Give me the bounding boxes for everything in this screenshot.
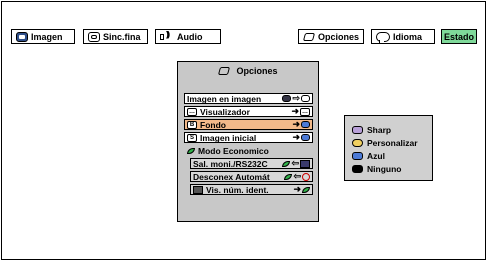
menu-item-label: Visualizador bbox=[200, 106, 250, 117]
menu-item-label: Fondo bbox=[200, 119, 226, 130]
background-icon: B bbox=[187, 120, 197, 129]
picture-icon bbox=[16, 31, 28, 42]
menu-title: Opciones bbox=[178, 66, 318, 76]
startup-image-icon: S bbox=[187, 133, 197, 142]
menu-item-imagen-en-imagen[interactable]: Imagen en imagen ⇨ bbox=[184, 93, 313, 104]
display-icon: … bbox=[187, 107, 197, 116]
timer-icon bbox=[302, 172, 310, 181]
menu-item-label: Imagen inicial bbox=[200, 132, 257, 143]
arrow-left-icon: ⇦ bbox=[291, 158, 299, 168]
menu-item-modo-economico[interactable]: Modo Economico bbox=[184, 145, 313, 156]
id-display-icon bbox=[193, 185, 203, 194]
tab-estado[interactable]: Estado bbox=[441, 29, 477, 44]
arrow-right-icon: ➜ bbox=[292, 132, 300, 142]
startup-setting-icon bbox=[301, 134, 310, 141]
arrow-right-icon: ➜ bbox=[291, 106, 299, 116]
menu-item-vis-num-ident[interactable]: Vis. núm. ident. ➜ bbox=[190, 184, 313, 195]
tab-imagen-label: Imagen bbox=[31, 31, 63, 42]
tab-idioma[interactable]: Idioma bbox=[371, 29, 435, 44]
background-setting-icon bbox=[301, 121, 310, 128]
menu-item-label: Imagen en imagen bbox=[187, 93, 262, 104]
options-menu: Opciones Imagen en imagen ⇨ … Visualizad… bbox=[177, 61, 319, 222]
option-label: Sharp bbox=[367, 125, 392, 135]
option-label: Ninguno bbox=[367, 164, 402, 174]
speech-bubble-icon bbox=[376, 31, 390, 44]
eco-leaf-icon bbox=[302, 186, 310, 193]
menu-item-label: Desconex Automát bbox=[193, 171, 270, 182]
tab-audio-label: Audio bbox=[177, 31, 203, 42]
option-label: Personalizar bbox=[367, 138, 418, 148]
menu-title-label: Opciones bbox=[236, 66, 278, 76]
eco-leaf-icon bbox=[284, 173, 293, 180]
speaker-icon bbox=[160, 30, 174, 42]
options-icon bbox=[218, 66, 232, 76]
blue-swatch-icon bbox=[352, 152, 363, 160]
menu-item-sal-moni-rs232c[interactable]: Sal. moni./RS232C ⇦ bbox=[190, 158, 313, 169]
options-icon bbox=[303, 32, 315, 42]
option-sharp[interactable]: Sharp bbox=[352, 125, 391, 135]
option-ninguno[interactable]: Ninguno bbox=[352, 164, 401, 174]
pip-icon bbox=[282, 95, 292, 102]
tab-audio[interactable]: Audio bbox=[155, 29, 221, 44]
custom-swatch-icon bbox=[352, 139, 363, 147]
menu-item-label: Modo Economico bbox=[198, 145, 269, 156]
none-swatch-icon bbox=[352, 165, 363, 173]
display-setting-icon: … bbox=[300, 107, 310, 116]
tab-sinc-fina[interactable]: Sinc.fina bbox=[83, 29, 148, 44]
menu-item-label: Vis. núm. ident. bbox=[206, 184, 269, 195]
tab-opciones[interactable]: Opciones bbox=[298, 29, 364, 44]
tab-idioma-label: Idioma bbox=[393, 31, 423, 42]
arrow-right-icon: ➜ bbox=[292, 119, 300, 129]
sharp-swatch-icon bbox=[352, 126, 363, 134]
tab-estado-label: Estado bbox=[444, 31, 475, 42]
tab-sinc-fina-label: Sinc.fina bbox=[103, 31, 141, 42]
menu-item-desconex-automat[interactable]: Desconex Automát ⇦ bbox=[190, 171, 313, 182]
arrow-right-icon: ⇨ bbox=[292, 93, 300, 103]
option-azul[interactable]: Azul bbox=[352, 151, 385, 161]
menu-item-fondo[interactable]: B Fondo ➜ bbox=[184, 119, 313, 130]
sync-icon bbox=[88, 31, 100, 42]
eco-leaf-icon bbox=[187, 147, 195, 154]
background-options-panel: Sharp Personalizar Azul Ninguno bbox=[344, 115, 433, 181]
monitor-icon bbox=[300, 159, 310, 168]
tab-imagen[interactable]: Imagen bbox=[11, 29, 75, 44]
menu-item-imagen-inicial[interactable]: S Imagen inicial ➜ bbox=[184, 132, 313, 143]
setting-box-icon bbox=[301, 95, 310, 102]
arrow-right-icon: ➜ bbox=[293, 184, 301, 194]
menu-item-visualizador[interactable]: … Visualizador ➜ … bbox=[184, 106, 313, 117]
option-personalizar[interactable]: Personalizar bbox=[352, 138, 418, 148]
arrow-left-icon: ⇦ bbox=[293, 171, 301, 181]
eco-leaf-icon bbox=[282, 160, 291, 167]
menu-item-label: Sal. moni./RS232C bbox=[193, 158, 268, 169]
tab-opciones-label: Opciones bbox=[317, 31, 359, 42]
option-label: Azul bbox=[367, 151, 385, 161]
